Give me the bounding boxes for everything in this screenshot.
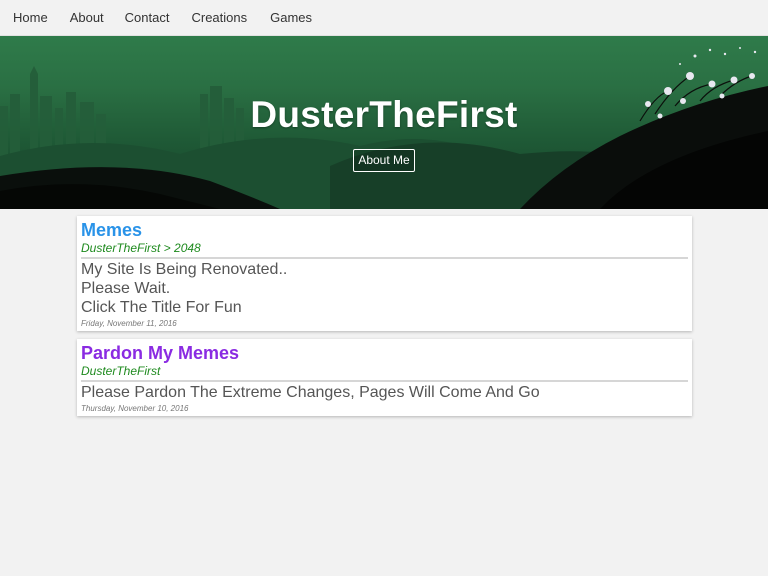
nav-contact-link[interactable]: Contact — [117, 0, 184, 36]
post-body: My Site Is Being Renovated.. Please Wait… — [81, 259, 688, 317]
post-card: Memes DusterTheFirst > 2048 My Site Is B… — [77, 216, 692, 331]
post-date: Thursday, November 10, 2016 — [81, 404, 189, 413]
nav-home-link[interactable]: Home — [0, 0, 63, 36]
post-author-breadcrumb: DusterTheFirst > 2048 — [81, 241, 688, 259]
post-title-link[interactable]: Pardon My Memes — [81, 342, 688, 364]
post-card: Pardon My Memes DusterTheFirst Please Pa… — [77, 339, 692, 416]
nav-about-link[interactable]: About — [63, 0, 117, 36]
post-text-line: My Site Is Being Renovated.. — [81, 261, 288, 278]
post-body: Please Pardon The Extreme Changes, Pages… — [81, 382, 688, 402]
post-text-line: Please Pardon The Extreme Changes, Pages… — [81, 384, 540, 401]
site-title: DusterTheFirst — [250, 94, 518, 135]
top-nav: Home About Contact Creations Games — [0, 0, 768, 36]
post-date: Friday, November 11, 2016 — [81, 319, 177, 328]
post-list: Memes DusterTheFirst > 2048 My Site Is B… — [77, 216, 692, 424]
nav-games-link[interactable]: Games — [261, 0, 322, 36]
post-author-breadcrumb: DusterTheFirst — [81, 364, 688, 382]
hero-banner: DusterTheFirst About Me — [0, 36, 768, 209]
about-me-button[interactable]: About Me — [353, 149, 415, 172]
nav-creations-link[interactable]: Creations — [183, 0, 261, 36]
post-text-line: Please Wait. — [81, 280, 171, 297]
post-title-link[interactable]: Memes — [81, 219, 688, 241]
post-text-line: Click The Title For Fun — [81, 299, 242, 316]
